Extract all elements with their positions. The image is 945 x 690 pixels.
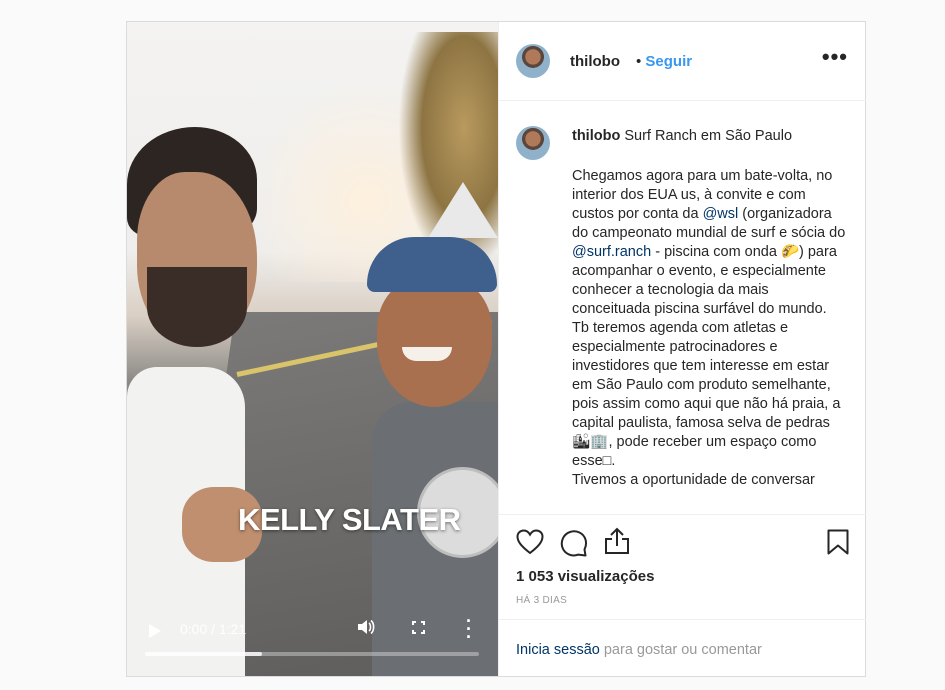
share-icon[interactable]: [604, 527, 630, 555]
avatar[interactable]: [516, 44, 550, 78]
caption-title: thilobo Surf Ranch em São Paulo: [572, 128, 792, 144]
action-bar: 1 053 visualizações HÁ 3 DIAS: [499, 514, 866, 620]
heart-icon[interactable]: [516, 529, 544, 555]
video-more-icon[interactable]: · · ·: [466, 612, 472, 646]
post-sidebar: thilobo • Seguir ••• thilobo Surf Ranch …: [498, 22, 866, 676]
caption-title-text: Surf Ranch em São Paulo: [624, 128, 793, 144]
volume-icon[interactable]: [357, 619, 375, 640]
video-controls: 0:00 / 1:21 · · ·: [127, 612, 498, 676]
comment-icon[interactable]: [560, 529, 588, 557]
caption-section: thilobo Surf Ranch em São Paulo Chegamos…: [499, 101, 866, 514]
video-time: 0:00 / 1:21: [180, 621, 247, 637]
play-icon[interactable]: [149, 624, 161, 638]
mention-surf-ranch[interactable]: @surf.ranch: [572, 244, 651, 260]
login-link[interactable]: Inicia sessão: [516, 642, 600, 658]
timestamp[interactable]: HÁ 3 DIAS: [516, 595, 567, 606]
post-card: KELLY SLATER 0:00 / 1:21 · · · thilobo • S…: [126, 21, 866, 677]
view-count-label: visualizações: [553, 568, 655, 585]
fullscreen-icon[interactable]: [412, 621, 425, 634]
view-count-number: 1 053: [516, 568, 554, 585]
header-username[interactable]: thilobo: [570, 53, 620, 70]
caption-body: Chegamos agora para um bate-volta, no in…: [572, 167, 847, 490]
follow-button[interactable]: Seguir: [645, 53, 692, 70]
video-overlay-text: KELLY SLATER: [238, 502, 461, 537]
mention-wsl[interactable]: @wsl: [703, 206, 739, 222]
follow-group: • Seguir: [636, 53, 692, 70]
bookmark-icon[interactable]: [827, 529, 849, 555]
caption-username[interactable]: thilobo: [572, 128, 620, 144]
video-progress-fill: [145, 652, 262, 656]
caption-text-4: Tivemos a oportunidade de conversar: [572, 472, 815, 488]
more-options-icon[interactable]: •••: [822, 44, 848, 70]
video-player[interactable]: KELLY SLATER 0:00 / 1:21 · · ·: [127, 22, 498, 676]
video-frame-person-left: [127, 117, 267, 676]
video-progress-bar[interactable]: [145, 652, 479, 656]
separator-dot: •: [636, 53, 646, 70]
caption-text-3: - piscina com onda 🌮) para acompanhar o …: [572, 244, 841, 469]
caption-avatar[interactable]: [516, 126, 550, 160]
post-header: thilobo • Seguir •••: [499, 22, 866, 101]
video-frame-person-right: [362, 237, 498, 676]
login-rest-text: para gostar ou comentar: [599, 642, 762, 658]
view-count[interactable]: 1 053 visualizações: [516, 568, 654, 585]
login-prompt: Inicia sessão para gostar ou comentar: [499, 619, 866, 677]
